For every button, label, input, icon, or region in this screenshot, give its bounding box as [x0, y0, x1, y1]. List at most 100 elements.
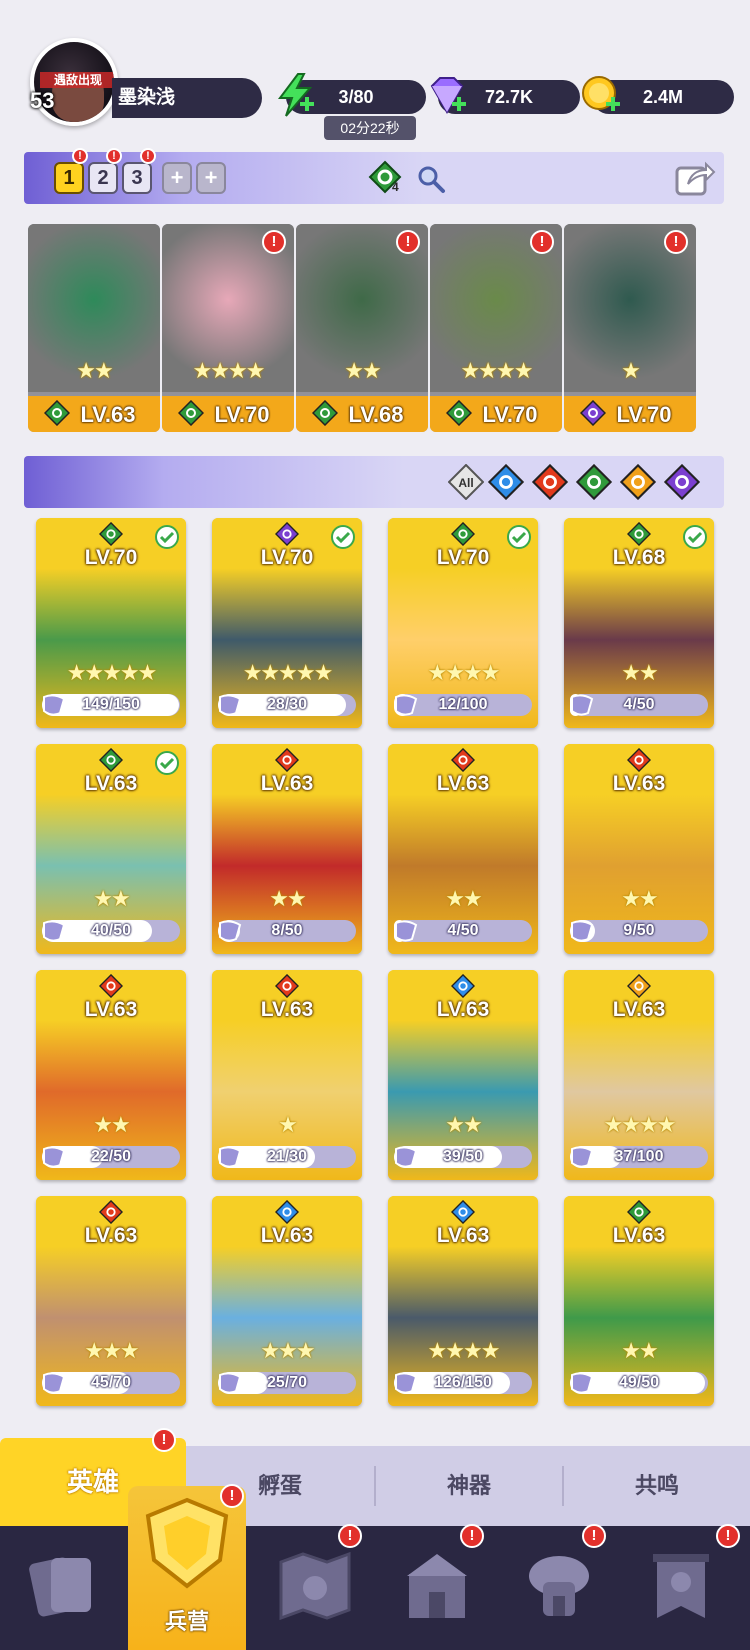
- fire-element-icon: [275, 748, 299, 772]
- hero-card[interactable]: LV.63 ★ 21/30: [212, 970, 362, 1180]
- hero-level: LV.63: [260, 1224, 314, 1247]
- shard-icon: [395, 1146, 418, 1168]
- hero-level: LV.68: [348, 402, 404, 427]
- team-slot-3-alert-dot: !: [140, 148, 156, 164]
- shard-icon: [219, 1372, 242, 1394]
- tab-artifacts[interactable]: 神器: [376, 1446, 562, 1526]
- star-rating: ★★: [76, 358, 113, 383]
- star-rating: ★★: [269, 886, 306, 911]
- hero-level: LV.63: [612, 998, 666, 1021]
- gem-icon: [430, 77, 466, 115]
- star-rating: ★★: [621, 886, 658, 911]
- team-slot-3[interactable]: 3: [122, 162, 152, 194]
- shard-icon: [219, 694, 242, 716]
- gold-counter[interactable]: 2.4M: [582, 76, 734, 114]
- shard-icon: [219, 1146, 242, 1168]
- search-icon[interactable]: [416, 164, 446, 194]
- tab-resonance[interactable]: 共鸣: [564, 1446, 750, 1526]
- dark-element-icon: [275, 522, 299, 546]
- nature-element-icon: [451, 522, 475, 546]
- player-name[interactable]: 墨染浅: [112, 78, 262, 118]
- shard-progress-bar: 25/70: [218, 1372, 356, 1394]
- add-team-slot-button-2[interactable]: +: [196, 162, 226, 194]
- team-hero-card[interactable]: ★★ LV.68: [296, 224, 428, 432]
- cards-icon: [29, 1557, 91, 1617]
- nav-map-alert: !: [338, 1524, 362, 1548]
- filter-light-icon[interactable]: [620, 464, 656, 500]
- shard-progress-bar: 149/150: [42, 694, 180, 716]
- hero-level: LV.63: [612, 772, 666, 795]
- star-rating: ★★: [445, 886, 482, 911]
- team-slot-1-alert-dot: !: [72, 148, 88, 164]
- nav-cards[interactable]: [0, 1526, 130, 1650]
- shard-progress-bar: 39/50: [394, 1146, 532, 1168]
- hero-card[interactable]: LV.63 ★★ 49/50: [564, 1196, 714, 1406]
- hero-card[interactable]: LV.70 ★★★★★ 149/150: [36, 518, 186, 728]
- fire-element-icon: [275, 974, 299, 998]
- nav-map[interactable]: !: [250, 1524, 380, 1650]
- filter-all-icon[interactable]: All: [448, 464, 484, 500]
- team-hero-card[interactable]: ★★★★ LV.70: [162, 224, 294, 432]
- shard-progress-bar: 4/50: [570, 694, 708, 716]
- shard-icon: [395, 920, 418, 942]
- map-icon: [279, 1551, 351, 1621]
- star-rating: ★★: [445, 1112, 482, 1137]
- banner-icon: [653, 1554, 709, 1618]
- hero-card[interactable]: LV.63 ★★★★ 37/100: [564, 970, 714, 1180]
- hero-card[interactable]: LV.63 ★★ 8/50: [212, 744, 362, 954]
- nav-shop[interactable]: !: [616, 1524, 746, 1650]
- hero-card[interactable]: LV.63 ★★★ 25/70: [212, 1196, 362, 1406]
- gold-value: 2.4M: [642, 87, 684, 107]
- hero-card[interactable]: LV.63 ★★ 9/50: [564, 744, 714, 954]
- shard-icon: [43, 1372, 66, 1394]
- nav-barracks[interactable]: 兵营 !: [128, 1484, 246, 1650]
- team-hero-card[interactable]: ★ LV.70: [564, 224, 696, 432]
- hero-card[interactable]: LV.63 ★★★★ 126/150: [388, 1196, 538, 1406]
- hero-card[interactable]: LV.63 ★★ 22/50: [36, 970, 186, 1180]
- element-filter-bar: All: [24, 456, 724, 508]
- hero-level: LV.70: [214, 402, 270, 427]
- nav-castle[interactable]: !: [372, 1524, 502, 1650]
- shard-progress-bar: 45/70: [42, 1372, 180, 1394]
- hero-card[interactable]: LV.70 ★★★★ 12/100: [388, 518, 538, 728]
- hero-card[interactable]: LV.63 ★★ 40/50: [36, 744, 186, 954]
- gem-value: 72.7K: [484, 87, 534, 107]
- add-team-slot-button[interactable]: +: [162, 162, 192, 194]
- star-rating: ★★★★: [427, 1338, 501, 1363]
- bottom-nav: ! ! ! !: [0, 1524, 750, 1650]
- hero-card[interactable]: LV.70 ★★★★★ 28/30: [212, 518, 362, 728]
- element-count: 4: [392, 180, 399, 194]
- shard-progress-bar: 8/50: [218, 920, 356, 942]
- gem-counter[interactable]: 72.7K: [430, 77, 580, 115]
- team-hero-card[interactable]: ★★★★ LV.70: [430, 224, 562, 432]
- filter-fire-icon[interactable]: [532, 464, 568, 500]
- nav-guild[interactable]: !: [494, 1524, 624, 1650]
- team-slot-1[interactable]: 1: [54, 162, 84, 194]
- team-hero-card[interactable]: ★★ LV.63: [28, 224, 160, 432]
- filter-nature-icon[interactable]: [576, 464, 612, 500]
- star-rating: ★★: [621, 1338, 658, 1363]
- share-icon[interactable]: [674, 158, 716, 198]
- hero-card[interactable]: LV.68 ★★ 4/50: [564, 518, 714, 728]
- shard-progress-bar: 49/50: [570, 1372, 708, 1394]
- nav-barracks-alert: !: [220, 1484, 244, 1508]
- team-selector-bar: 1 ! 2 ! 3 ! + + 4: [24, 148, 724, 204]
- filter-water-icon[interactable]: [488, 464, 524, 500]
- shard-progress-bar: 40/50: [42, 920, 180, 942]
- energy-counter[interactable]: 3/80: [278, 73, 426, 117]
- fire-element-icon: [451, 748, 475, 772]
- nav-guild-alert: !: [582, 1524, 606, 1548]
- team-slot-2[interactable]: 2: [88, 162, 118, 194]
- shard-icon: [571, 694, 594, 716]
- hero-card[interactable]: LV.63 ★★ 39/50: [388, 970, 538, 1180]
- hero-card[interactable]: LV.63 ★★★ 45/70: [36, 1196, 186, 1406]
- team-hero-alert: !: [530, 230, 554, 254]
- shard-progress-bar: 21/30: [218, 1146, 356, 1168]
- shard-icon: [43, 920, 66, 942]
- star-rating: ★: [621, 358, 641, 383]
- nature-element-icon: [99, 748, 123, 772]
- filter-dark-icon[interactable]: [664, 464, 700, 500]
- hero-card[interactable]: LV.63 ★★ 4/50: [388, 744, 538, 954]
- hero-level: LV.70: [482, 402, 538, 427]
- fire-element-icon: [99, 1200, 123, 1224]
